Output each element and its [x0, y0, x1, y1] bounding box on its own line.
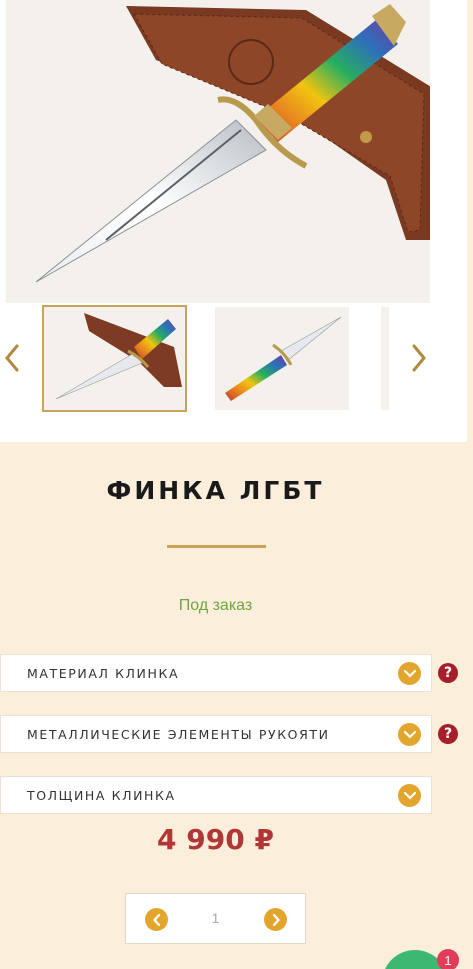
- thumbnail-carousel: [0, 305, 467, 415]
- chevron-right-icon: [412, 344, 426, 372]
- option-label: МЕТАЛЛИЧЕСКИЕ ЭЛЕМЕНТЫ РУКОЯТИ: [27, 727, 330, 742]
- quantity-stepper: 1: [125, 893, 306, 944]
- product-title: ФИНКА ЛГБТ: [106, 476, 325, 505]
- thumbnail-knife-sheath-image: [44, 307, 185, 410]
- thumbnail-2[interactable]: [215, 307, 349, 410]
- option-label: МАТЕРИАЛ КЛИНКА: [27, 666, 180, 681]
- availability-status: Под заказ: [178, 597, 253, 614]
- title-divider: [167, 545, 266, 548]
- carousel-next-button[interactable]: [407, 340, 431, 376]
- option-handle-metal-elements[interactable]: МЕТАЛЛИЧЕСКИЕ ЭЛЕМЕНТЫ РУКОЯТИ: [0, 715, 432, 753]
- thumbnail-knife-image: [215, 307, 349, 410]
- main-product-image[interactable]: [6, 0, 430, 303]
- chevron-left-icon: [5, 344, 19, 372]
- chevron-down-icon[interactable]: [398, 662, 421, 685]
- product-price: 4 990 ₽: [157, 823, 274, 856]
- help-icon[interactable]: ?: [438, 724, 458, 744]
- thumbnail-1[interactable]: [42, 305, 187, 412]
- help-icon[interactable]: ?: [438, 663, 458, 683]
- option-label: ТОЛЩИНА КЛИНКА: [27, 788, 176, 803]
- quantity-increase-button[interactable]: [264, 908, 287, 931]
- chevron-down-icon[interactable]: [398, 723, 421, 746]
- carousel-prev-button[interactable]: [0, 340, 24, 376]
- chevron-down-icon[interactable]: [398, 784, 421, 807]
- chevron-right-icon: [272, 913, 280, 926]
- knife-image: [6, 0, 430, 303]
- option-blade-thickness[interactable]: ТОЛЩИНА КЛИНКА: [0, 776, 432, 814]
- product-gallery: [0, 0, 467, 442]
- thumbnail-3[interactable]: [381, 307, 389, 410]
- option-blade-material[interactable]: МАТЕРИАЛ КЛИНКА: [0, 654, 432, 692]
- chat-notification-badge: 1: [437, 949, 459, 969]
